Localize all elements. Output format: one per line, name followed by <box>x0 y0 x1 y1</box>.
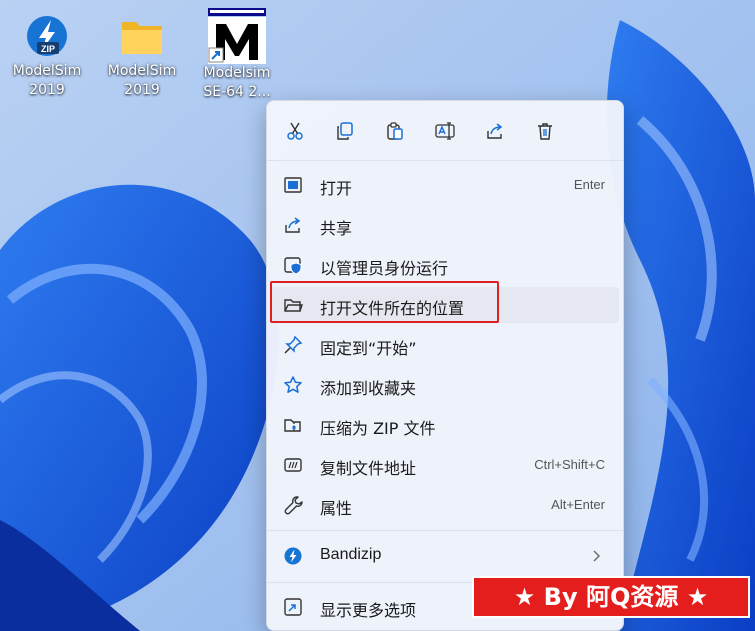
highlight-annotation-box <box>270 281 499 323</box>
menu-item-pin-to-start[interactable]: 固定到“开始” <box>271 327 619 363</box>
share-button[interactable] <box>479 115 511 147</box>
menu-item-run-as-admin[interactable]: 以管理员身份运行 <box>271 247 619 283</box>
more-options-icon <box>284 598 302 616</box>
menu-item-label: 添加到收藏夹 <box>320 379 417 398</box>
menu-item-shortcut: Enter <box>573 177 605 192</box>
desktop-icon-label: ModelSim 2019 <box>107 63 177 98</box>
delete-icon <box>538 123 552 140</box>
desktop-icon-modelsim-zip[interactable]: ZIP ModelSim 2019 <box>7 12 87 100</box>
menu-item-compress-zip[interactable]: 压缩为 ZIP 文件 <box>271 407 619 443</box>
menu-item-open[interactable]: 打开 Enter <box>271 167 619 203</box>
menu-item-label: 属性 <box>320 499 353 518</box>
pin-icon <box>284 335 303 354</box>
folder-icon <box>118 12 166 60</box>
menu-separator <box>267 530 623 531</box>
delete-button[interactable] <box>529 115 561 147</box>
desktop-icon-modelsim-folder[interactable]: ModelSim 2019 <box>102 12 182 100</box>
rename-icon <box>435 122 455 140</box>
menu-separator <box>267 160 623 161</box>
cut-button[interactable] <box>279 115 311 147</box>
desktop-icon-label: Modelsim SE-64 2... <box>203 65 271 100</box>
menu-item-shortcut: Alt+Enter <box>551 497 605 512</box>
menu-item-label: 打开 <box>320 179 353 198</box>
paste-button[interactable] <box>379 115 411 147</box>
menu-item-copy-path[interactable]: 复制文件地址 Ctrl+Shift+C <box>271 447 619 483</box>
open-icon <box>284 177 302 193</box>
rename-button[interactable] <box>429 115 461 147</box>
menu-item-label: 显示更多选项 <box>320 601 417 620</box>
wrench-icon <box>284 496 303 515</box>
menu-item-label: 复制文件地址 <box>320 459 417 478</box>
svg-text:ZIP: ZIP <box>41 44 55 54</box>
paste-icon <box>387 122 403 140</box>
menu-item-label: 以管理员身份运行 <box>320 259 449 278</box>
context-menu: 打开 Enter 共享 以管理员身份运行 打开文件所在的位置 固定到“开始” 添… <box>266 100 624 631</box>
menu-item-label: Bandizip <box>320 546 382 563</box>
chevron-right-icon <box>593 550 600 562</box>
copy-icon <box>337 122 353 140</box>
menu-item-label: 固定到“开始” <box>320 339 417 358</box>
menu-item-bandizip[interactable]: Bandizip <box>271 538 619 574</box>
star-icon <box>284 376 302 393</box>
modelsim-shortcut-icon <box>206 8 268 64</box>
shield-icon <box>284 257 302 275</box>
bandizip-icon <box>284 547 302 565</box>
share-icon <box>487 123 503 139</box>
desktop-icon-modelsim-shortcut[interactable]: Modelsim SE-64 2... <box>197 8 277 102</box>
watermark-banner: ★ By 阿Q资源 ★ <box>472 576 750 618</box>
zip-archive-icon: ZIP <box>23 12 71 60</box>
menu-item-properties[interactable]: 属性 Alt+Enter <box>271 487 619 523</box>
menu-item-label: 共享 <box>320 219 353 238</box>
context-menu-toolbar <box>267 101 623 159</box>
menu-item-share[interactable]: 共享 <box>271 207 619 243</box>
share-icon <box>285 217 301 233</box>
menu-item-add-to-favorites[interactable]: 添加到收藏夹 <box>271 367 619 403</box>
desktop-icon-label: ModelSim 2019 <box>12 63 82 98</box>
cut-icon <box>287 122 303 140</box>
copy-button[interactable] <box>329 115 361 147</box>
menu-item-label: 压缩为 ZIP 文件 <box>320 419 436 438</box>
zip-icon <box>284 419 301 432</box>
menu-item-shortcut: Ctrl+Shift+C <box>534 457 605 472</box>
copy-path-icon <box>284 458 302 472</box>
